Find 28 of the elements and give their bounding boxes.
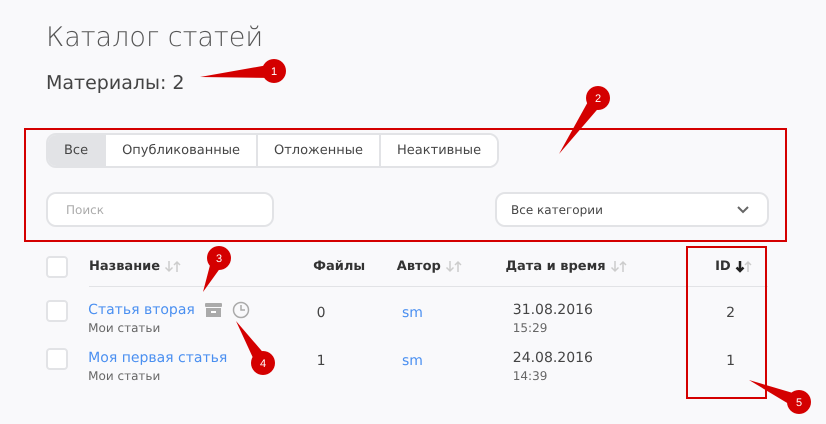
- column-header[interactable]: Файлы: [313, 256, 366, 276]
- table-cell-text: 31.08.2016: [512, 301, 593, 320]
- table-cell: 2: [726, 305, 735, 321]
- materials-count: Материалы: 2: [46, 71, 185, 96]
- table-cell: 0: [316, 305, 326, 321]
- search-field[interactable]: Поиск: [46, 192, 274, 227]
- checkbox[interactable]: [46, 348, 68, 370]
- filter-tab[interactable]: Все: [48, 135, 104, 166]
- column-header[interactable]: ID: [715, 256, 731, 276]
- sort-arrows-icon[interactable]: [734, 260, 753, 273]
- archive-icon: [204, 303, 222, 317]
- table-cell: 1: [316, 353, 326, 369]
- column-header[interactable]: Название: [89, 256, 160, 276]
- category-dropdown[interactable]: Все категории: [495, 192, 769, 227]
- filter-tab[interactable]: Неактивные: [379, 135, 498, 166]
- table-cell: 1: [726, 353, 735, 369]
- article-category: Мои статьи: [88, 320, 160, 337]
- checkbox[interactable]: [46, 256, 68, 278]
- table-cell-text: 24.08.2016: [512, 349, 593, 368]
- clock-icon: [232, 301, 250, 319]
- article-category: Мои статьи: [88, 368, 160, 385]
- column-header[interactable]: Дата и время: [505, 256, 606, 276]
- table-cell: 15:29: [512, 320, 548, 337]
- checkbox[interactable]: [46, 300, 68, 322]
- page-title: Каталог статей: [46, 21, 264, 55]
- chevron-down-icon: [737, 206, 749, 214]
- column-header[interactable]: Автор: [396, 256, 441, 276]
- table-cell: 14:39: [512, 368, 548, 385]
